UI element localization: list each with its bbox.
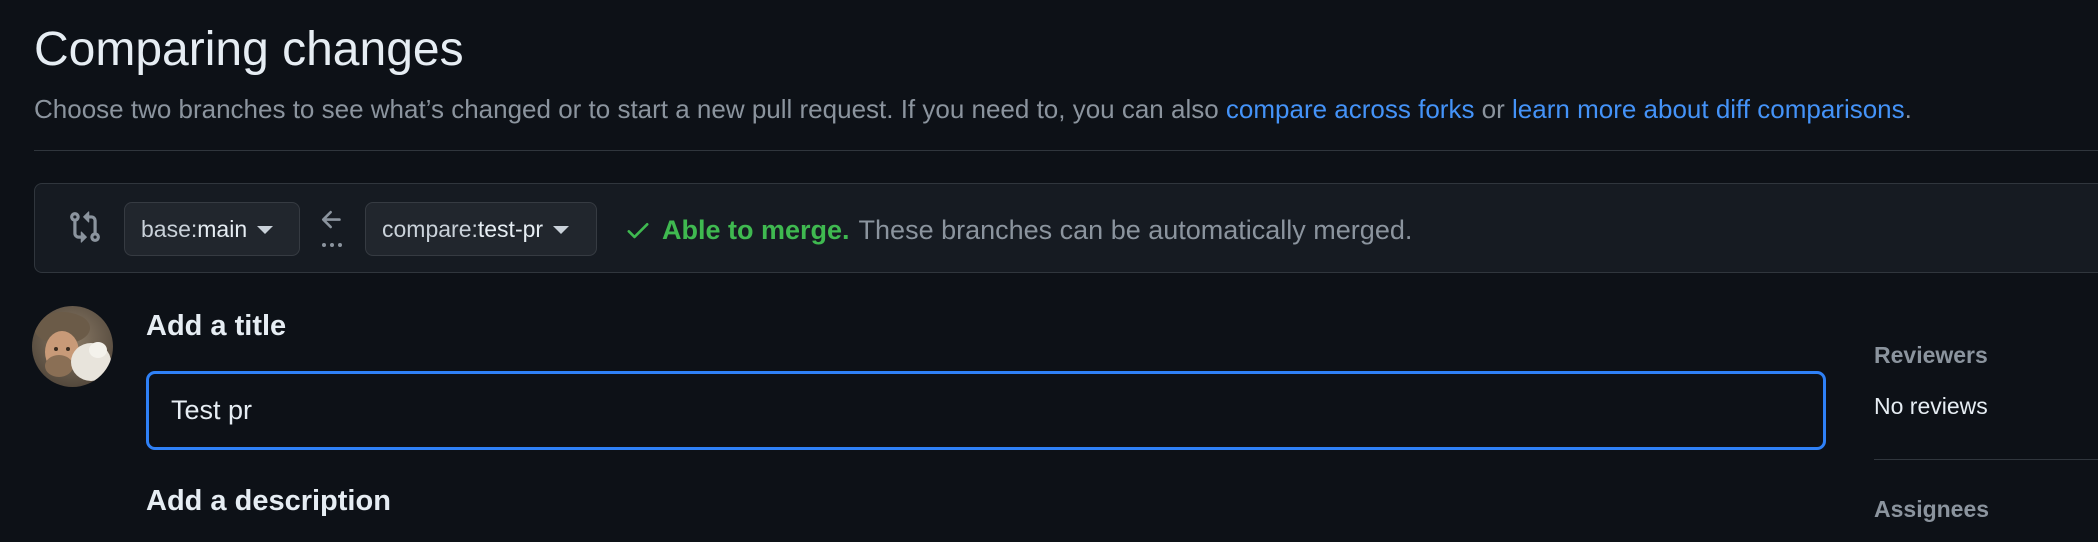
assignees-heading[interactable]: Assignees	[1874, 496, 1989, 523]
subtitle-end-text: .	[1904, 94, 1912, 124]
compare-page: Comparing changes Choose two branches to…	[0, 0, 2098, 542]
reviewers-heading[interactable]: Reviewers	[1874, 342, 1988, 369]
compare-prefix: compare:	[382, 215, 478, 242]
page-title: Comparing changes	[34, 23, 464, 76]
compare-branch-button[interactable]: compare: test-pr	[365, 202, 597, 256]
reviewers-value: No reviews	[1874, 393, 1988, 419]
arrow-left-icon	[321, 210, 341, 229]
merge-status-description: These branches can be automatically merg…	[858, 214, 1413, 245]
chevron-down-icon	[257, 226, 274, 234]
chevron-down-icon	[553, 226, 570, 234]
base-branch-button[interactable]: base: main	[124, 202, 300, 256]
subtitle-or-text: or	[1474, 94, 1513, 124]
pr-title-input[interactable]	[146, 371, 1826, 450]
title-label: Add a title	[146, 310, 287, 342]
page-subtitle: Choose two branches to see what’s change…	[34, 94, 1912, 125]
compare-ref: test-pr	[477, 215, 544, 242]
ellipsis-icon	[322, 243, 342, 247]
avatar[interactable]	[32, 306, 113, 387]
avatar-image	[32, 306, 113, 387]
subtitle-text: Choose two branches to see what’s change…	[34, 94, 1226, 124]
learn-more-diff-link[interactable]: learn more about diff comparisons	[1512, 94, 1905, 124]
description-label: Add a description	[146, 485, 391, 517]
merge-status: Able to merge. These branches can be aut…	[624, 210, 1412, 250]
merge-status-label: Able to merge.	[662, 214, 850, 245]
range-editor: base: main compare: test-pr Able to merg…	[34, 183, 2098, 273]
header-divider	[34, 150, 2098, 151]
base-prefix: base:	[141, 215, 198, 242]
git-compare-icon	[70, 211, 100, 243]
sidebar-divider	[1874, 459, 2098, 460]
base-ref: main	[197, 215, 248, 242]
check-icon	[627, 223, 649, 239]
compare-across-forks-link[interactable]: compare across forks	[1226, 94, 1475, 124]
